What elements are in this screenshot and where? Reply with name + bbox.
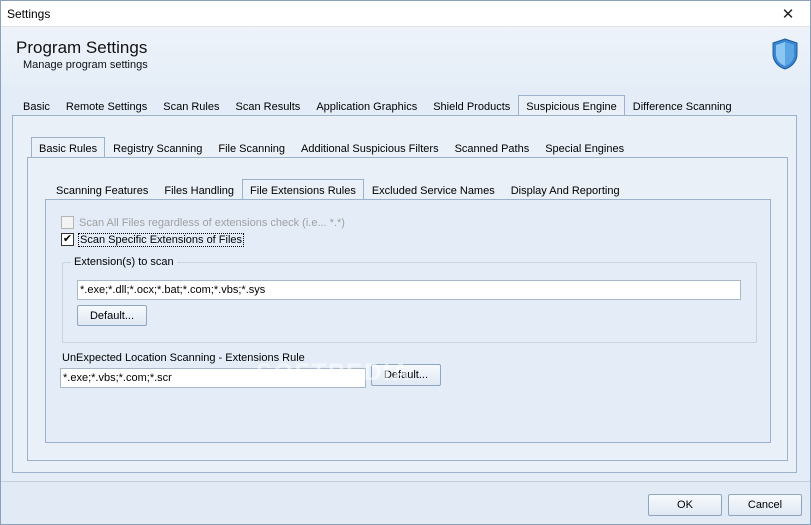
tab-files-handling[interactable]: Files Handling [156,180,242,200]
ok-button[interactable]: OK [648,494,722,516]
scan-specific-extensions-checkbox[interactable]: ✔ [61,233,74,246]
scan-specific-extensions-option[interactable]: ✔ Scan Specific Extensions of Files [61,232,245,247]
title-bar: Settings ✕ [1,1,810,27]
page-title: Program Settings [16,38,148,57]
tab-file-scanning[interactable]: File Scanning [210,138,293,158]
extensions-default-button[interactable]: Default... [77,305,147,326]
tab-special-engines[interactable]: Special Engines [537,138,632,158]
tab-suspicious-engine[interactable]: Suspicious Engine [518,95,625,117]
page-subtitle: Manage program settings [23,59,148,71]
tab-difference-scanning[interactable]: Difference Scanning [625,96,740,116]
dialog-footer: OK Cancel [1,481,810,524]
tab-additional-suspicious-filters[interactable]: Additional Suspicious Filters [293,138,447,158]
tab-scanning-features[interactable]: Scanning Features [48,180,156,200]
unexpected-default-button[interactable]: Default... [371,364,441,386]
tab-scan-results[interactable]: Scan Results [228,96,309,116]
window-title: Settings [7,7,51,21]
settings-window: Settings ✕ Program Settings Manage progr… [0,0,811,525]
scan-all-files-label: Scan All Files regardless of extensions … [79,216,345,229]
close-icon[interactable]: ✕ [766,1,810,27]
tab-basic-rules[interactable]: Basic Rules [31,137,106,159]
tab-remote-settings[interactable]: Remote Settings [58,96,155,116]
tab-file-extensions-rules[interactable]: File Extensions Rules [242,179,364,201]
tab-scanned-paths[interactable]: Scanned Paths [447,138,538,158]
tab-shield-products[interactable]: Shield Products [425,96,518,116]
extensions-to-scan-input[interactable] [77,280,741,300]
tab-basic[interactable]: Basic [15,96,58,116]
scan-all-files-checkbox[interactable] [61,216,74,229]
tab-display-and-reporting[interactable]: Display And Reporting [503,180,628,200]
sub-tabstrip: Basic Rules Registry Scanning File Scann… [31,136,632,159]
extensions-to-scan-group [62,262,757,343]
scan-all-files-option[interactable]: Scan All Files regardless of extensions … [61,216,345,229]
shield-icon [772,38,798,70]
settings-header: Program Settings Manage program settings [1,27,810,91]
scan-specific-extensions-label: Scan Specific Extensions of Files [77,232,245,247]
tab-application-graphics[interactable]: Application Graphics [308,96,425,116]
inner-tabstrip: Scanning Features Files Handling File Ex… [48,178,628,201]
main-tabstrip: Basic Remote Settings Scan Rules Scan Re… [15,94,740,117]
cancel-button[interactable]: Cancel [728,494,802,516]
unexpected-location-extensions-input[interactable] [60,368,366,388]
extensions-group-title: Extension(s) to scan [71,256,177,268]
tab-excluded-service-names[interactable]: Excluded Service Names [364,180,503,200]
tab-scan-rules[interactable]: Scan Rules [155,96,227,116]
tab-registry-scanning[interactable]: Registry Scanning [105,138,210,158]
unexpected-location-label: UnExpected Location Scanning - Extension… [62,352,305,364]
